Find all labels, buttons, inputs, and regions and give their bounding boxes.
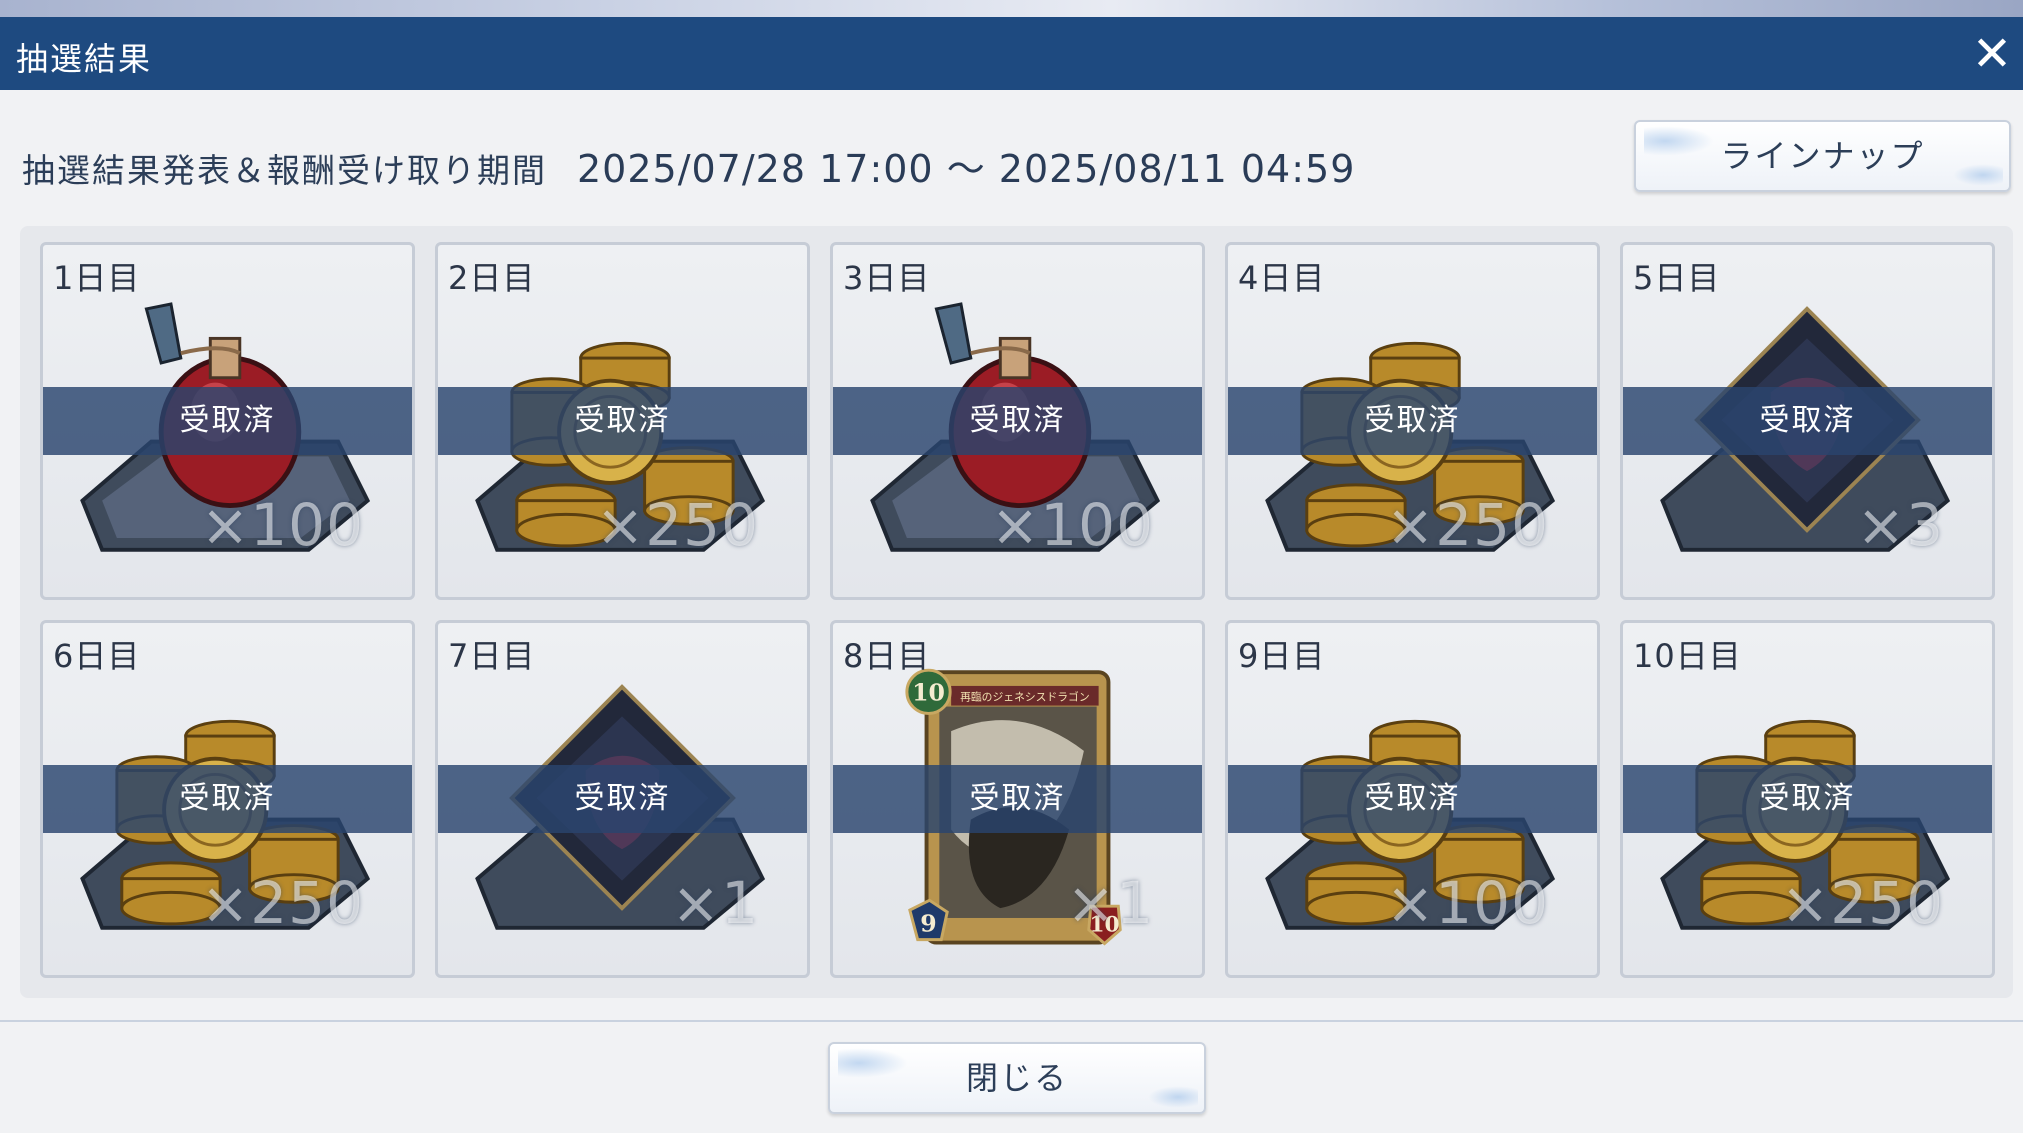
day-label: 3日目 xyxy=(843,259,931,297)
status-banner: 受取済 xyxy=(1228,765,1597,833)
reward-card[interactable]: 3日目 受取済 ×100 xyxy=(830,242,1205,600)
quantity-label: ×250 xyxy=(200,869,364,937)
button-sparkle-decor xyxy=(1148,1086,1198,1108)
quantity-label: ×250 xyxy=(1780,869,1944,937)
reward-card[interactable]: 1日目 受取済 ×100 xyxy=(40,242,415,600)
quantity-label: ×250 xyxy=(1385,491,1549,559)
quantity-label: ×100 xyxy=(1385,869,1549,937)
day-label: 7日目 xyxy=(448,637,536,675)
status-banner: 受取済 xyxy=(1623,387,1992,455)
reward-period: 抽選結果発表＆報酬受け取り期間 2025/07/28 17:00 ～ 2025/0… xyxy=(22,138,1355,193)
button-sparkle-decor xyxy=(1953,164,2003,186)
day-label: 4日目 xyxy=(1238,259,1326,297)
button-sparkle-decor xyxy=(1644,126,1714,156)
reward-card[interactable]: 9日目 受取済 ×100 xyxy=(1225,620,1600,978)
day-label: 1日目 xyxy=(53,259,141,297)
status-banner: 受取済 xyxy=(43,387,412,455)
quantity-label: ×100 xyxy=(200,491,364,559)
title-bar: 抽選結果 ✕ xyxy=(0,17,2023,90)
day-label: 5日目 xyxy=(1633,259,1721,297)
close-button[interactable]: 閉じる xyxy=(828,1042,1206,1114)
status-banner: 受取済 xyxy=(438,387,807,455)
status-banner: 受取済 xyxy=(1228,387,1597,455)
status-banner: 受取済 xyxy=(833,765,1202,833)
close-icon[interactable]: ✕ xyxy=(1965,27,2019,81)
period-label: 抽選結果発表＆報酬受け取り期間 xyxy=(22,151,547,190)
reward-grid: 1日目 受取済 ×100 2日目 受取済 ×250 3日目 受取済 ×100 4… xyxy=(20,226,2013,998)
reward-card[interactable]: 10日目 受取済 ×250 xyxy=(1620,620,1995,978)
status-banner: 受取済 xyxy=(438,765,807,833)
top-decor-strip xyxy=(0,0,2023,17)
reward-card[interactable]: 6日目 受取済 ×250 xyxy=(40,620,415,978)
status-banner: 受取済 xyxy=(833,387,1202,455)
status-banner: 受取済 xyxy=(1623,765,1992,833)
day-label: 8日目 xyxy=(843,637,931,675)
day-label: 9日目 xyxy=(1238,637,1326,675)
close-button-label: 閉じる xyxy=(965,1059,1068,1097)
card-attack: 9 xyxy=(920,910,936,938)
day-label: 2日目 xyxy=(448,259,536,297)
day-label: 10日目 xyxy=(1633,637,1742,675)
reward-card[interactable]: 5日目 受取済 ×3 xyxy=(1620,242,1995,600)
card-name: 再臨のジェネシスドラゴン xyxy=(960,690,1090,704)
reward-card[interactable]: 4日目 受取済 ×250 xyxy=(1225,242,1600,600)
quantity-label: ×1 xyxy=(1066,869,1154,937)
button-sparkle-decor xyxy=(838,1048,908,1078)
quantity-label: ×1 xyxy=(671,869,759,937)
quantity-label: ×100 xyxy=(990,491,1154,559)
card-cost: 10 xyxy=(912,679,945,707)
quantity-label: ×3 xyxy=(1856,491,1944,559)
lineup-button[interactable]: ラインナップ xyxy=(1634,120,2011,192)
reward-card[interactable]: 8日目 再臨のジェネシスドラゴン 10 9 10 受取済 ×1 xyxy=(830,620,1205,978)
lineup-button-label: ラインナップ xyxy=(1720,137,1925,175)
day-label: 6日目 xyxy=(53,637,141,675)
status-banner: 受取済 xyxy=(43,765,412,833)
reward-card[interactable]: 7日目 受取済 ×1 xyxy=(435,620,810,978)
footer-divider xyxy=(0,1020,2023,1022)
reward-card[interactable]: 2日目 受取済 ×250 xyxy=(435,242,810,600)
quantity-label: ×250 xyxy=(595,491,759,559)
window-title: 抽選結果 xyxy=(16,40,153,78)
period-dates: 2025/07/28 17:00 ～ 2025/08/11 04:59 xyxy=(577,147,1356,191)
